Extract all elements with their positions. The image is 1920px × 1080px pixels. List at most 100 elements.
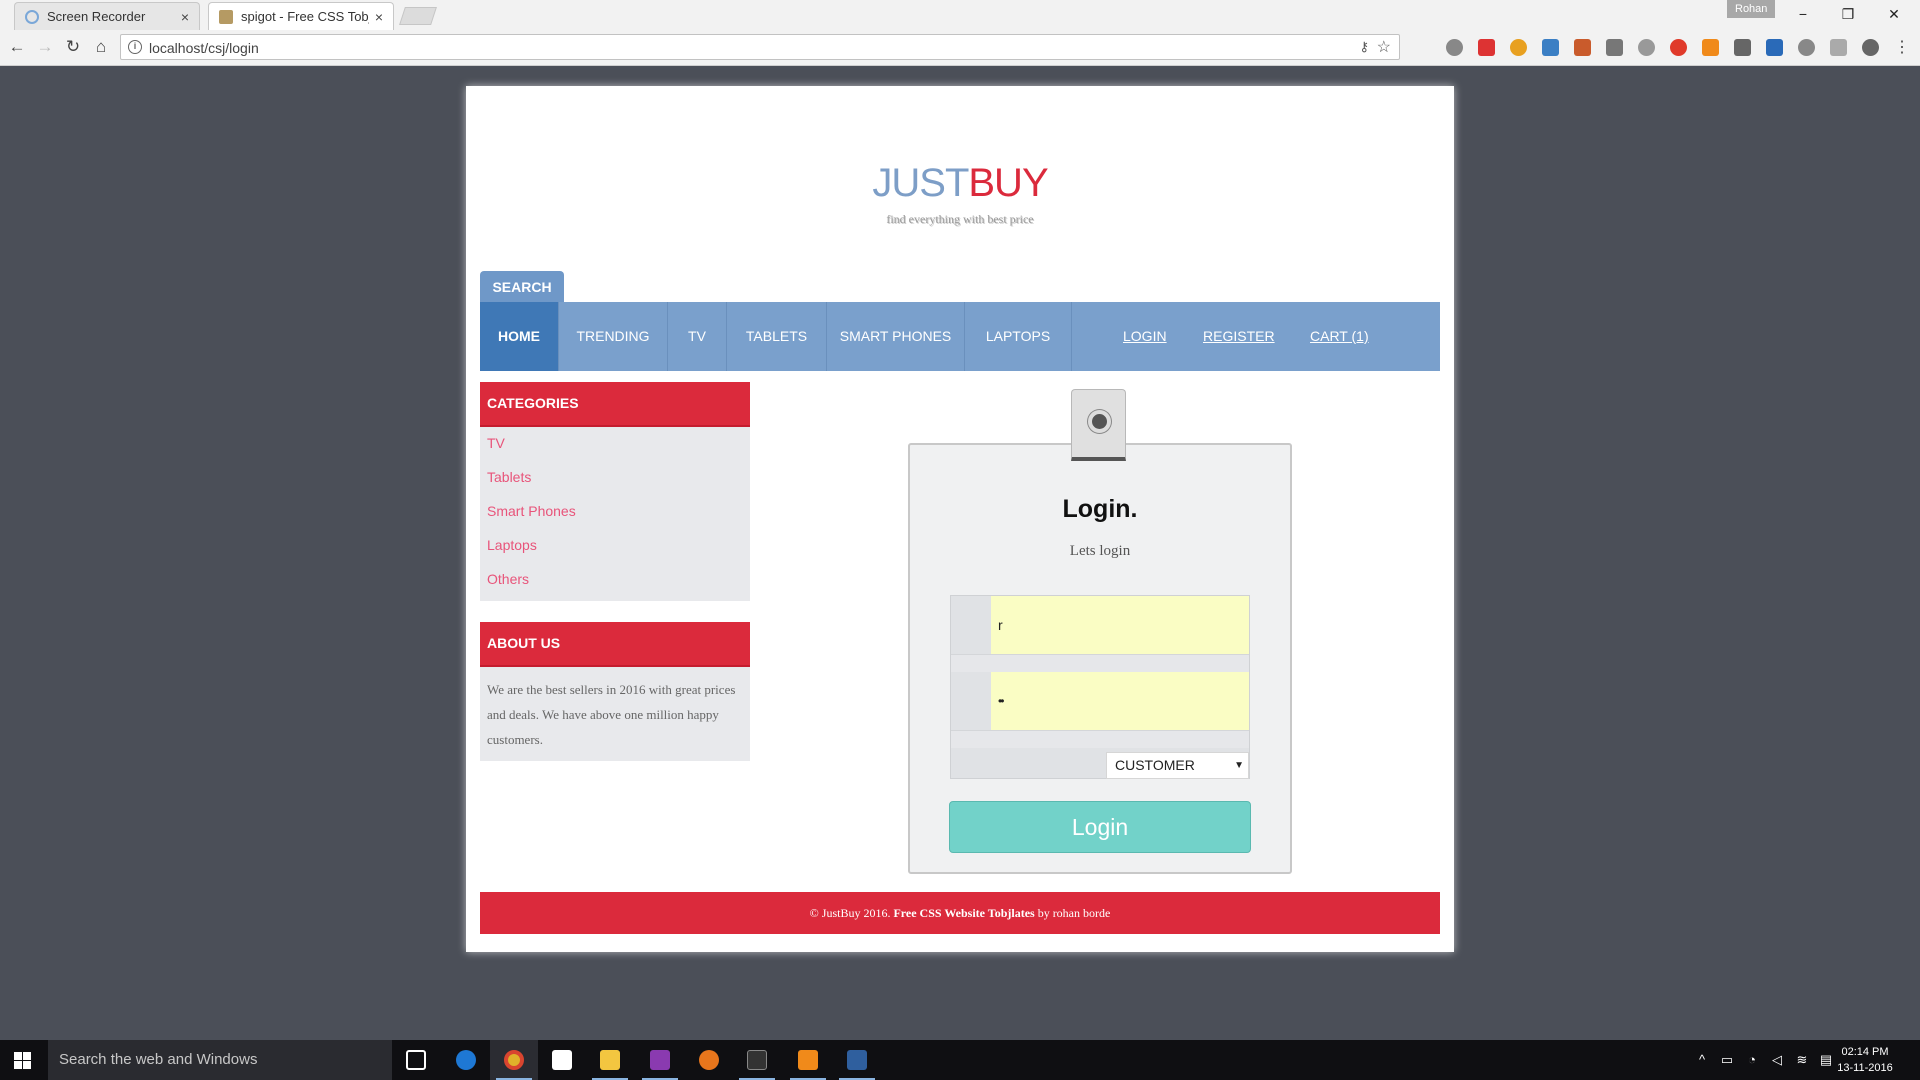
camera-extension-icon[interactable] bbox=[1638, 39, 1655, 56]
tab-label: Screen Recorder bbox=[47, 9, 146, 24]
red-extension-icon[interactable] bbox=[1478, 39, 1495, 56]
maximize-button[interactable]: ❐ bbox=[1838, 4, 1858, 24]
globe-extension-icon[interactable] bbox=[1798, 39, 1815, 56]
volume-icon[interactable]: ◁ bbox=[1769, 1052, 1785, 1068]
browser-toolbar: ← → ↻ ⌂ i localhost/csj/login ⚷ ☆ ⋮ bbox=[0, 30, 1920, 66]
footer-link[interactable]: Free CSS Website Tobjlates bbox=[893, 906, 1034, 920]
page-container: JUSTBUY find everything with best price … bbox=[466, 86, 1454, 952]
category-smart-phones[interactable]: Smart Phones bbox=[487, 503, 576, 519]
wifi-icon[interactable]: ≋ bbox=[1794, 1052, 1810, 1068]
taskbar-search-box[interactable]: Search the web and Windows bbox=[48, 1040, 392, 1080]
login-button[interactable]: Login bbox=[949, 801, 1251, 853]
browser-tab-screen-recorder[interactable]: Screen Recorder × bbox=[14, 2, 200, 30]
category-laptops[interactable]: Laptops bbox=[487, 537, 537, 553]
role-select[interactable]: CUSTOMER ▼ bbox=[1106, 752, 1249, 779]
chrome-icon bbox=[504, 1050, 524, 1070]
editor-icon bbox=[798, 1050, 818, 1070]
settings-extension-icon[interactable] bbox=[1830, 39, 1847, 56]
browser-tab-spigot[interactable]: spigot - Free CSS Tobjlates × bbox=[208, 2, 394, 30]
network-icon[interactable]: ◔ bbox=[1744, 1052, 1760, 1068]
category-tv[interactable]: TV bbox=[487, 435, 505, 451]
s-extension-icon[interactable] bbox=[1542, 39, 1559, 56]
grid-extension-icon[interactable] bbox=[1734, 39, 1751, 56]
nav-home[interactable]: HOME bbox=[480, 302, 559, 371]
login-title: Login. bbox=[1062, 495, 1138, 523]
help-extension-icon[interactable] bbox=[1862, 39, 1879, 56]
password-gutter bbox=[951, 672, 991, 730]
chrome-menu-icon[interactable]: ⋮ bbox=[1894, 39, 1910, 56]
action-center-icon[interactable]: ▤ bbox=[1818, 1052, 1834, 1068]
taskbar-onenote[interactable] bbox=[636, 1040, 684, 1080]
notification-extension-icon[interactable] bbox=[1670, 39, 1687, 56]
taskbar-vscode[interactable] bbox=[833, 1040, 881, 1080]
site-footer: © JustBuy 2016. Free CSS Website Tobjlat… bbox=[480, 892, 1440, 934]
forward-arrow-icon[interactable]: → bbox=[34, 36, 56, 58]
chevron-down-icon: ▼ bbox=[1234, 760, 1244, 771]
taskbar-edge[interactable] bbox=[442, 1040, 490, 1080]
key-icon[interactable]: ⚷ bbox=[1359, 39, 1369, 55]
password-input[interactable]: •• bbox=[991, 672, 1249, 730]
url-text[interactable]: localhost/csj/login bbox=[149, 40, 259, 56]
battery-icon[interactable]: ▭ bbox=[1719, 1052, 1735, 1068]
login-link[interactable]: LOGIN bbox=[1123, 302, 1167, 371]
about-panel: We are the best sellers in 2016 with gre… bbox=[480, 667, 750, 761]
task-view-button[interactable] bbox=[392, 1040, 440, 1080]
category-others[interactable]: Others bbox=[487, 571, 529, 587]
browser-tab-bar: Screen Recorder × spigot - Free CSS Tobj… bbox=[0, 0, 1920, 30]
cast-icon[interactable] bbox=[1606, 39, 1623, 56]
tab-close-icon[interactable]: × bbox=[181, 9, 189, 25]
nav-smart-phones[interactable]: SMART PHONES bbox=[827, 302, 965, 371]
taskbar-firefox[interactable] bbox=[685, 1040, 733, 1080]
site-info-icon[interactable]: i bbox=[128, 40, 142, 54]
address-bar[interactable]: i localhost/csj/login ⚷ ☆ bbox=[120, 34, 1400, 60]
nav-laptops[interactable]: LAPTOPS bbox=[965, 302, 1072, 371]
category-tablets[interactable]: Tablets bbox=[487, 469, 531, 485]
windows-start-icon[interactable] bbox=[14, 1052, 31, 1069]
folder-icon bbox=[600, 1050, 620, 1070]
username-input[interactable]: r bbox=[991, 596, 1249, 654]
code-editor-icon bbox=[847, 1050, 867, 1070]
field-divider bbox=[951, 730, 1249, 748]
home-icon[interactable]: ⌂ bbox=[90, 36, 112, 58]
taskbar-terminal[interactable] bbox=[733, 1040, 781, 1080]
site-tagline: find everything with best price bbox=[886, 212, 1034, 226]
rss-extension-icon[interactable] bbox=[1702, 39, 1719, 56]
firefox-icon bbox=[699, 1050, 719, 1070]
onenote-icon bbox=[650, 1050, 670, 1070]
tray-chevron-up-icon[interactable]: ^ bbox=[1694, 1052, 1710, 1068]
field-divider bbox=[951, 654, 1249, 672]
site-logo[interactable]: JUSTBUY bbox=[466, 161, 1454, 206]
nav-trending[interactable]: TRENDING bbox=[559, 302, 668, 371]
taskbar-store[interactable] bbox=[538, 1040, 586, 1080]
register-link[interactable]: REGISTER bbox=[1203, 302, 1275, 371]
profile-button[interactable]: Rohan bbox=[1727, 0, 1776, 18]
terminal-icon bbox=[747, 1050, 767, 1070]
taskbar-clock[interactable]: 02:14 PM 13-11-2016 bbox=[1834, 1044, 1896, 1076]
clock-time: 02:14 PM bbox=[1841, 1046, 1889, 1058]
taskbar-chrome[interactable] bbox=[490, 1040, 538, 1080]
orange-extension-icon[interactable] bbox=[1510, 39, 1527, 56]
about-heading: ABOUT US bbox=[480, 622, 750, 667]
download-extension-icon[interactable] bbox=[1766, 39, 1783, 56]
bg-extension-icon[interactable] bbox=[1574, 39, 1591, 56]
new-tab-button[interactable] bbox=[399, 7, 437, 25]
logo-buy: BUY bbox=[968, 161, 1048, 205]
close-window-button[interactable]: ✕ bbox=[1884, 4, 1904, 24]
nav-tablets[interactable]: TABLETS bbox=[727, 302, 827, 371]
login-card: Login. Lets login r •• CUSTOMER ▼ Login bbox=[908, 443, 1292, 874]
taskbar-explorer[interactable] bbox=[586, 1040, 634, 1080]
login-subtitle: Lets login bbox=[1069, 543, 1131, 559]
nav-tv[interactable]: TV bbox=[668, 302, 727, 371]
cart-link[interactable]: CART (1) bbox=[1310, 302, 1369, 371]
footer-author: by rohan borde bbox=[1037, 906, 1111, 920]
reload-icon[interactable]: ↻ bbox=[62, 36, 84, 58]
adblock-extension-icon[interactable] bbox=[1446, 39, 1463, 56]
minimize-button[interactable]: − bbox=[1793, 4, 1813, 24]
login-form: r •• CUSTOMER ▼ bbox=[950, 595, 1250, 779]
tab-close-icon[interactable]: × bbox=[375, 9, 383, 25]
bookmark-star-icon[interactable]: ☆ bbox=[1377, 37, 1391, 57]
back-arrow-icon[interactable]: ← bbox=[6, 36, 28, 58]
taskbar-sublime[interactable] bbox=[784, 1040, 832, 1080]
edge-icon bbox=[456, 1050, 476, 1070]
search-button[interactable]: SEARCH bbox=[480, 271, 564, 303]
